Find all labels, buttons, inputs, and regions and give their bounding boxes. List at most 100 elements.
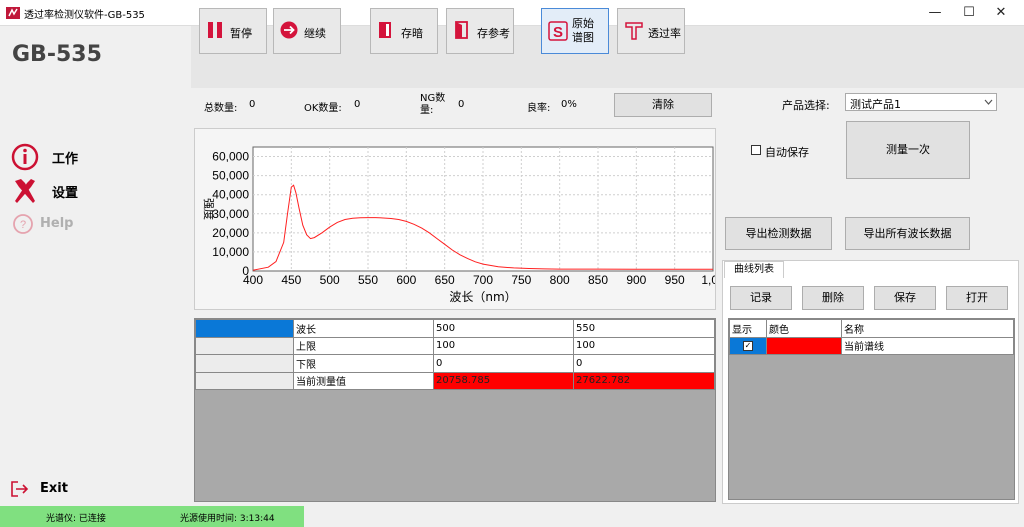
cell-value[interactable]: 500 [433, 319, 574, 338]
transmittance-label: 透过率 [648, 27, 681, 40]
measure-once-button[interactable]: 测量一次 [846, 121, 970, 179]
sidebar-item-help[interactable]: ? Help [10, 210, 180, 238]
ok-count-value: 0 [354, 99, 361, 110]
x-tick-label: 600 [396, 273, 416, 287]
clear-button[interactable]: 清除 [614, 93, 712, 117]
row-header[interactable] [195, 336, 294, 355]
cell-value[interactable]: 550 [573, 319, 715, 338]
x-tick-label: 900 [626, 273, 646, 287]
delete-button[interactable]: 删除 [802, 286, 864, 310]
row-header[interactable] [195, 319, 294, 338]
info-icon [11, 143, 39, 171]
table-row[interactable]: 当前测量值 20758.785 27622.782 [195, 371, 715, 390]
close-button[interactable]: ✕ [978, 0, 1024, 26]
x-tick-label: 950 [665, 273, 685, 287]
table-row[interactable]: 上限 100 100 [195, 336, 715, 355]
letter-s-icon: S [548, 21, 568, 41]
product-select[interactable]: 测试产品1 [845, 93, 997, 111]
x-tick-label: 1,00 [701, 273, 715, 287]
y-tick-label: 10,000 [212, 245, 249, 259]
row-label: 当前测量值 [293, 371, 434, 390]
y-tick-label: 40,000 [212, 188, 249, 202]
product-select-value: 测试产品1 [850, 98, 901, 111]
total-count-value: 0 [249, 99, 256, 110]
total-count-label: 总数量: [204, 103, 238, 114]
sidebar [0, 26, 190, 506]
cell-value[interactable]: 100 [573, 336, 715, 355]
product-select-label: 产品选择: [782, 99, 830, 112]
save-button[interactable]: 保存 [874, 286, 936, 310]
ng-count-value: 0 [458, 99, 465, 110]
color-swatch-cell[interactable] [766, 336, 842, 355]
table-row[interactable]: 下限 0 0 [195, 354, 715, 373]
x-tick-label: 700 [473, 273, 493, 287]
sidebar-item-label: Help [40, 216, 74, 231]
table-row[interactable]: 波长 500 550 [195, 319, 715, 338]
sidebar-item-label: 设置 [52, 186, 79, 201]
continue-label: 继续 [304, 27, 326, 40]
y-tick-label: 50,000 [212, 169, 249, 183]
cell-value[interactable]: 27622.782 [573, 371, 715, 390]
exit-button[interactable]: Exit [10, 478, 100, 500]
table-row[interactable]: ✓ 当前谱线 [729, 336, 1014, 355]
cell-value[interactable]: 20758.785 [433, 371, 574, 390]
check-icon[interactable]: ✓ [743, 341, 753, 352]
x-tick-label: 450 [281, 273, 301, 287]
spectrum-chart: 400 450 500 550 600 650 700 750 800 850 900 950 1,0 0… [202, 146, 725, 304]
window-title: 透过率检测仪软件-GB-535 [24, 10, 145, 21]
transmittance-button[interactable]: 透过率 [617, 8, 685, 54]
status-bar: 光谱仪: 已连接 光源使用时间: 3:13:44 [0, 506, 304, 527]
row-label: 下限 [293, 354, 434, 373]
yield-value: 0% [561, 99, 577, 110]
x-tick-label: 800 [550, 273, 570, 287]
spectrum-chart-panel: 400 450 500 550 600 650 700 750 800 850 900 950 1,0 0… [194, 128, 725, 310]
column-header: 颜色 [766, 319, 842, 338]
curve-list-grid: 显示 颜色 名称 ✓ 当前谱线 [728, 318, 1015, 500]
x-tick-label: 550 [358, 273, 378, 287]
visible-checkbox-cell[interactable]: ✓ [729, 336, 767, 355]
export-all-wavelength-button[interactable]: 导出所有波长数据 [845, 217, 970, 250]
exit-icon [11, 481, 29, 497]
arrow-right-circle-icon [280, 21, 298, 39]
y-tick-label: 0 [242, 264, 249, 278]
row-header[interactable] [195, 371, 294, 390]
yield-label: 良率: [527, 103, 551, 114]
ok-count-label: OK数量: [304, 103, 342, 114]
row-header[interactable] [195, 354, 294, 373]
tab-curve-list[interactable]: 曲线列表 [724, 261, 784, 278]
raw-spectrum-button[interactable]: S 原始 谱图 [541, 8, 609, 54]
auto-save-checkbox[interactable]: 自动保存 [751, 144, 831, 159]
sidebar-item-settings[interactable]: 设置 [10, 176, 180, 204]
device-status: 光谱仪: 已连接 [46, 514, 106, 524]
x-tick-label: 750 [511, 273, 531, 287]
open-button[interactable]: 打开 [946, 286, 1008, 310]
lamp-time-status: 光源使用时间: 3:13:44 [180, 514, 275, 524]
cell-value[interactable]: 100 [433, 336, 574, 355]
door-open-icon [455, 21, 468, 39]
data-grid: 波长 500 550 上限 100 100 下限 0 0 当前测量值 20758.785 276… [194, 318, 716, 502]
tools-icon [15, 179, 35, 203]
export-detection-data-button[interactable]: 导出检测数据 [725, 217, 832, 250]
door-closed-icon [379, 22, 391, 38]
x-axis-label: 波长（nm） [449, 290, 516, 304]
cell-value[interactable]: 0 [573, 354, 715, 373]
row-label: 上限 [293, 336, 434, 355]
pause-icon [208, 22, 222, 38]
pause-label: 暂停 [230, 27, 252, 40]
save-dark-button[interactable]: 存暗 [370, 8, 438, 54]
pause-button[interactable]: 暂停 [199, 8, 267, 54]
chevron-down-icon [984, 99, 993, 105]
raw-spectrum-label: 原始 谱图 [572, 17, 594, 44]
save-dark-label: 存暗 [401, 27, 423, 40]
letter-t-icon [625, 22, 643, 40]
curve-name-cell[interactable]: 当前谱线 [841, 336, 1014, 355]
y-axis-label: 强度 [202, 198, 216, 220]
sidebar-item-work[interactable]: 工作 [10, 142, 180, 171]
svg-text:?: ? [20, 219, 26, 231]
y-tick-label: 30,000 [212, 207, 249, 221]
cell-value[interactable]: 0 [433, 354, 574, 373]
record-button[interactable]: 记录 [730, 286, 792, 310]
row-label: 波长 [293, 319, 434, 338]
continue-button[interactable]: 继续 [273, 8, 341, 54]
save-reference-button[interactable]: 存参考 [446, 8, 514, 54]
